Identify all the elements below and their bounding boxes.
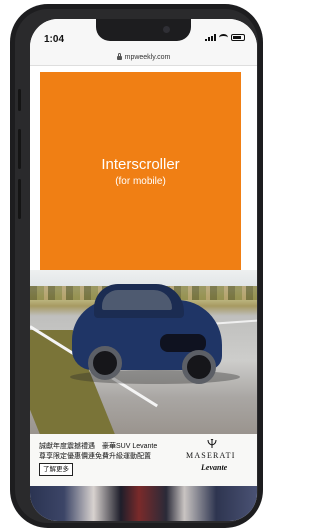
volume-down-button <box>18 179 21 219</box>
trident-logo-icon <box>207 439 217 448</box>
banner-subline: 尊享限定優惠價連免費升級運動配置 <box>39 453 151 460</box>
cellular-signal-icon <box>205 34 216 41</box>
lock-icon <box>116 53 122 60</box>
car-ad-image[interactable] <box>30 270 257 434</box>
banner-headline: 誠獻年度震撼禮遇 豪華SUV Levante <box>39 443 158 450</box>
address-bar[interactable]: mpweekly.com <box>30 49 257 66</box>
notch <box>96 19 191 41</box>
brand-name: MASERATI <box>186 451 236 460</box>
phone-frame: 1:04 mpweekly.com Interscroller (for mob… <box>10 4 263 528</box>
phone-screen: 1:04 mpweekly.com Interscroller (for mob… <box>30 19 257 521</box>
ad-banner[interactable]: 誠獻年度震撼禮遇 豪華SUV Levante 尊享限定優惠價連免費升級運動配置 … <box>30 434 257 486</box>
status-icons <box>205 34 245 41</box>
status-time: 1:04 <box>44 34 65 45</box>
car-wheel-right <box>182 350 216 384</box>
volume-up-button <box>18 129 21 169</box>
next-article-image[interactable] <box>30 486 257 521</box>
car-window <box>102 290 172 310</box>
model-name: Levante <box>201 463 228 472</box>
front-camera-icon <box>163 26 170 33</box>
ad-title: Interscroller <box>101 156 180 173</box>
battery-icon <box>231 34 245 41</box>
url-text: mpweekly.com <box>124 53 171 61</box>
ad-subtitle: (for mobile) <box>115 176 166 187</box>
interscroller-ad[interactable]: Interscroller (for mobile) <box>40 72 241 270</box>
learn-more-button[interactable]: 了解更多 <box>39 463 73 476</box>
silent-switch <box>18 89 21 111</box>
wifi-icon <box>219 34 228 41</box>
car-wheel-left <box>88 346 122 380</box>
